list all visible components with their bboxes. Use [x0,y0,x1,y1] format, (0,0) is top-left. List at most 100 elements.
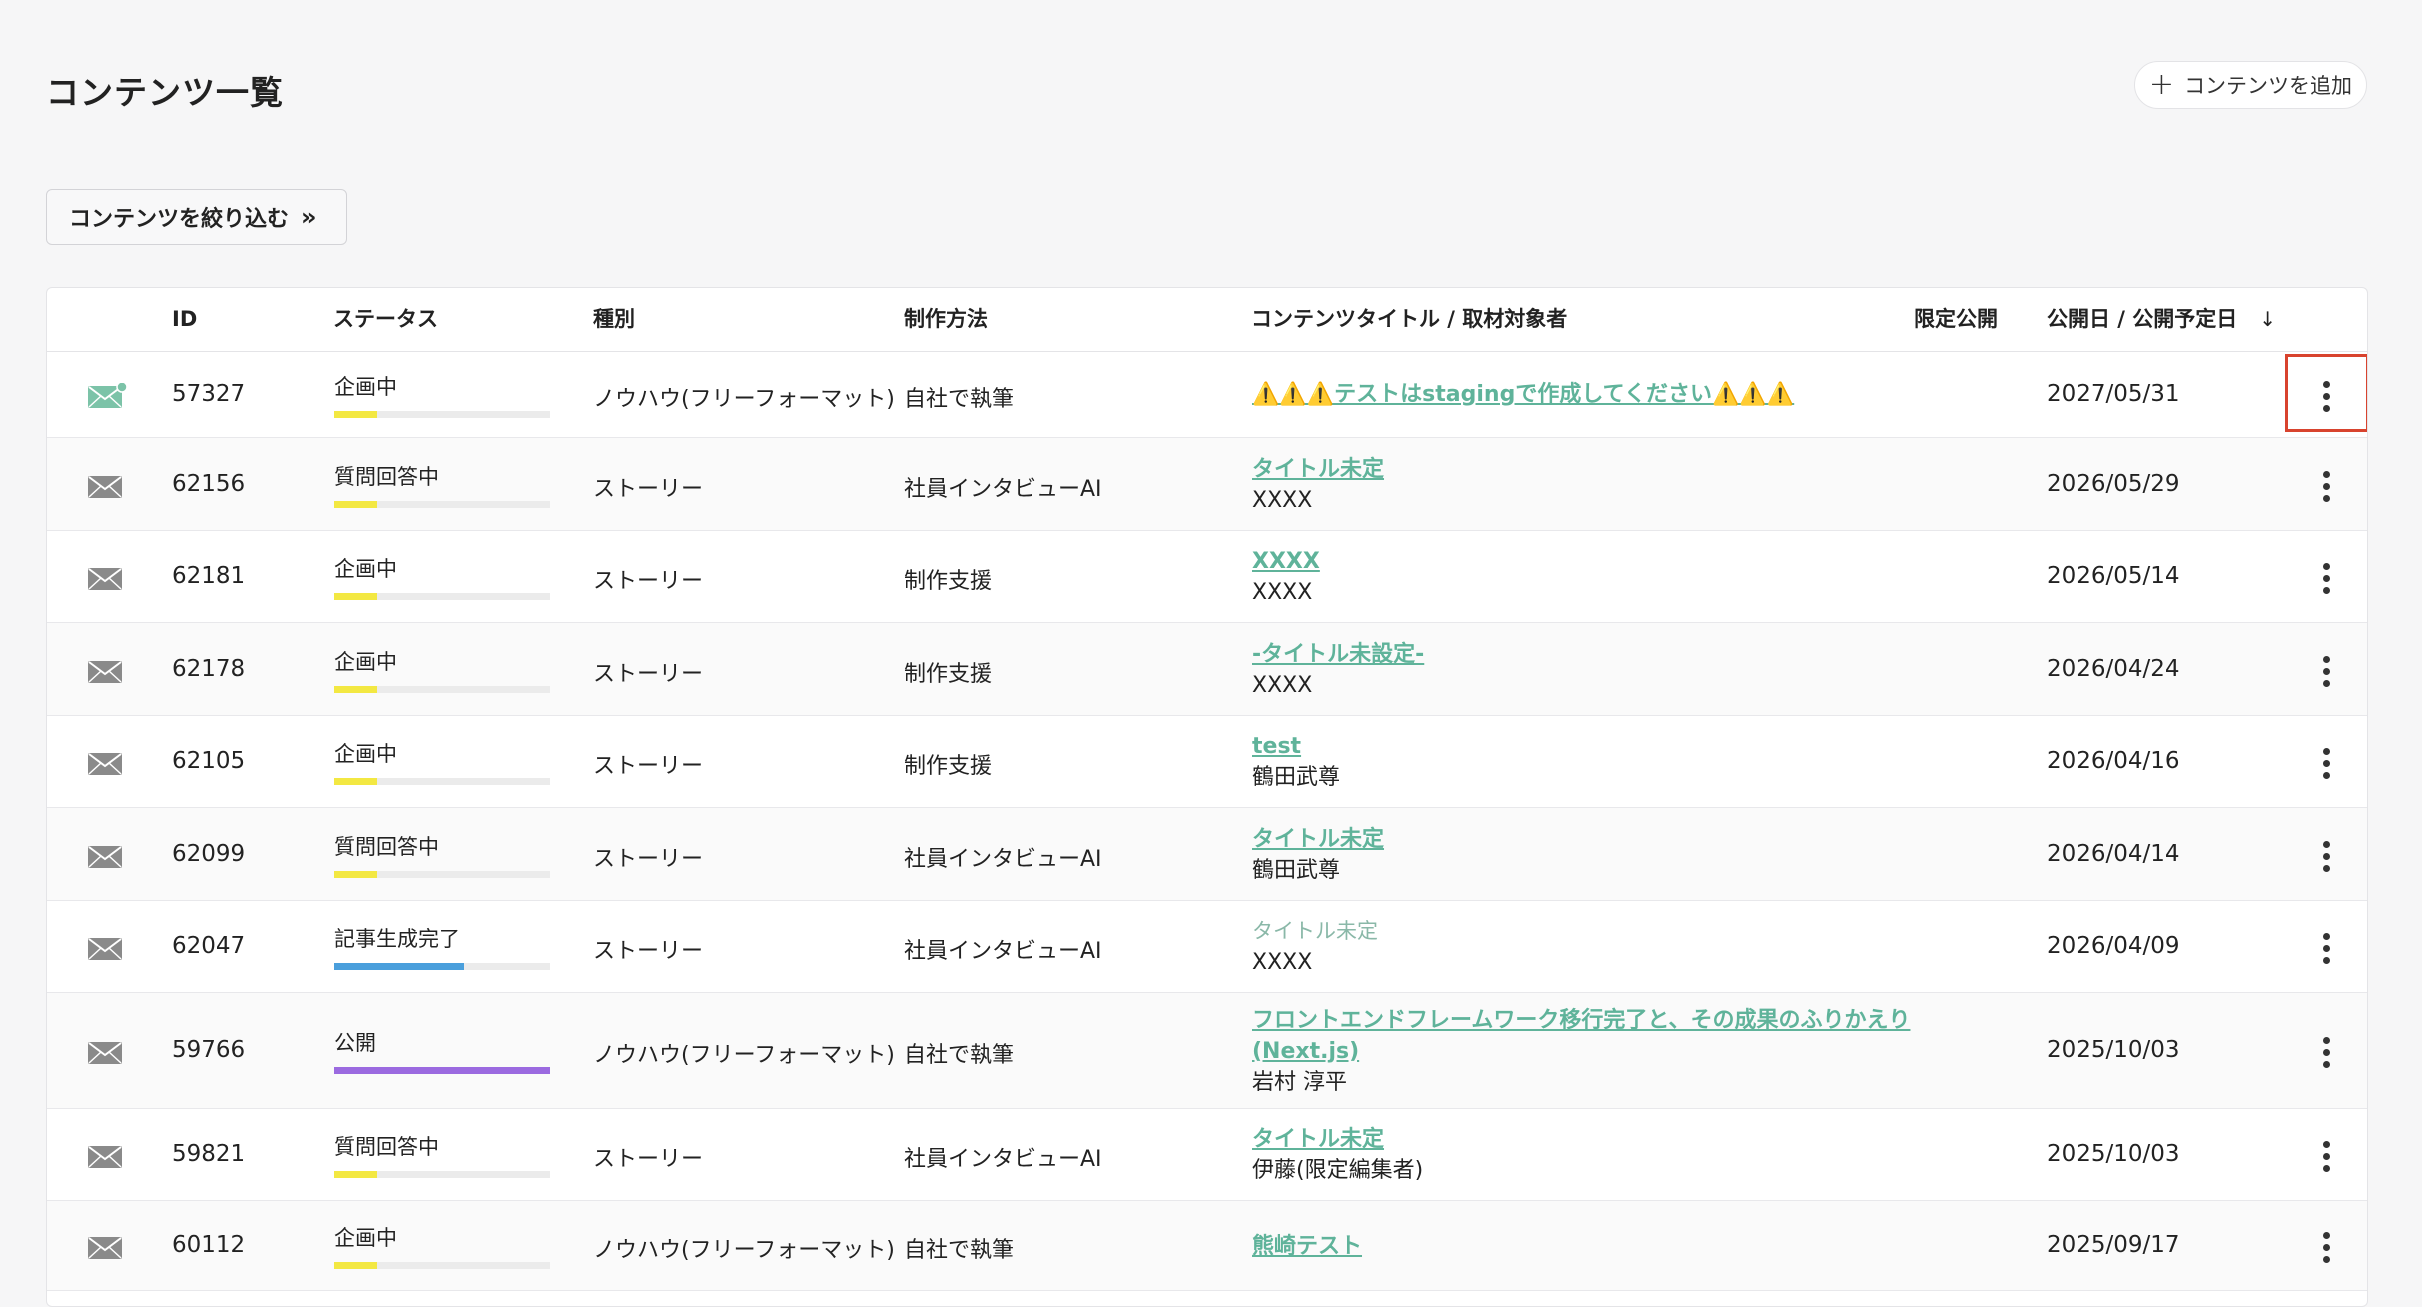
publish-date: 2025/09/17 [2047,1232,2180,1258]
status-label: 質問回答中 [334,464,439,489]
title-cell: -タイトル未設定- XXXX [1252,639,1424,701]
content-list-page: コンテンツ一覧 + コンテンツを追加 コンテンツを絞り込む » ID ステータス… [0,0,2422,1307]
status-progress-fill [334,500,378,508]
page-title: コンテンツ一覧 [46,73,284,112]
table-row[interactable]: 59766 公開 ノウハウ(フリーフォーマット) 自社で執筆 フロントエンドフレームワー… [47,993,2367,1109]
more-options-icon[interactable] [2319,1037,2333,1068]
row-id: 62156 [172,470,246,497]
status-progress-fill [334,778,378,785]
status-progress-fill [334,685,378,693]
title-cell: test 鶴田武尊 [1252,731,1340,793]
row-id: 57327 [172,380,246,407]
more-options-icon[interactable] [2319,840,2333,872]
interviewee-name: 伊藤(限定編集者) [1252,1158,1424,1183]
status-progress-fill [334,1262,378,1269]
row-type: ストーリー [593,661,704,687]
more-options-icon[interactable] [2319,933,2333,964]
table-row[interactable]: 57327 企画中 ノウハウ(フリーフォーマット) 自社で執筆 ⚠️⚠️⚠️テストはst… [47,351,2367,438]
row-id: 59821 [172,1141,246,1167]
header-date[interactable]: 公開日 / 公開予定日 ↓ [2047,288,2276,351]
mail-icon[interactable] [87,565,127,595]
table-row[interactable]: 62105 企画中 ストーリー 制作支援 test 鶴田武尊 2026/04/16 [47,716,2367,808]
mail-icon[interactable] [87,1234,127,1264]
header-method[interactable]: 制作方法 [904,288,988,351]
table-row[interactable]: 62178 企画中 ストーリー 制作支援 -タイトル未設定- XXXX 2026/04/24 [47,623,2367,716]
content-title-link[interactable]: -タイトル未設定- [1252,639,1424,670]
status-label: 企画中 [334,374,397,399]
status-progress-fill [334,870,378,878]
more-options-icon[interactable] [2319,563,2333,594]
header-id[interactable]: ID [172,288,197,351]
row-type: ストーリー [593,569,704,594]
interviewee-name: 鶴田武尊 [1252,765,1341,790]
more-options-icon[interactable] [2319,1141,2333,1172]
content-title-link[interactable]: タイトル未定 [1252,824,1384,855]
status-progress-fill [334,593,378,600]
publish-date: 2026/04/16 [2047,748,2180,774]
mail-icon[interactable] [87,843,127,873]
row-id: 62099 [172,840,246,867]
table-row[interactable]: 60112 企画中 ノウハウ(フリーフォーマット) 自社で執筆 熊崎テスト 2025/09… [47,1201,2367,1291]
header-type[interactable]: 種別 [593,288,635,351]
status-label: 企画中 [334,649,397,674]
status-progress-bar [334,593,550,600]
mail-icon[interactable] [87,473,127,503]
row-method: 自社で執筆 [904,1238,1015,1263]
content-title-link[interactable]: タイトル未定 [1252,454,1384,485]
status-progress-bar [334,1171,550,1178]
content-title-link[interactable]: 熊崎テスト [1252,1231,1362,1262]
content-title-link[interactable]: フロントエンドフレームワーク移行完了と、その成果のふりかえり [1252,1005,1910,1036]
sort-arrow-down-icon[interactable]: ↓ [2259,288,2276,351]
more-options-icon[interactable] [2319,655,2333,687]
mail-icon[interactable] [87,935,127,965]
interviewee-name: XXXX [1252,580,1313,605]
header-title[interactable]: コンテンツタイトル / 取材対象者 [1251,288,1567,351]
content-title-link[interactable]: ⚠️⚠️⚠️テストはstagingで作成してください⚠️⚠️⚠️ [1252,379,1794,410]
row-id: 62181 [172,563,246,589]
row-type: ストーリー [593,1147,704,1172]
status-label: 公開 [334,1031,376,1055]
more-options-icon[interactable] [2319,1232,2333,1263]
content-title-link[interactable]: タイトル未定 [1252,1124,1423,1155]
add-content-button[interactable]: + コンテンツを追加 [2134,61,2367,109]
row-method: 社員インタビューAI [904,846,1102,872]
mail-icon[interactable] [87,1143,127,1173]
publish-date: 2025/10/03 [2047,1037,2180,1063]
mail-icon[interactable] [87,750,127,780]
header-limited[interactable]: 限定公開 [1914,288,1998,351]
table-row[interactable]: 59821 質問回答中 ストーリー 社員インタビューAI タイトル未定 伊藤(限定編集者)… [47,1109,2367,1201]
content-title-link[interactable]: test [1252,731,1340,762]
status-label: 企画中 [334,742,397,766]
publish-date: 2026/04/09 [2047,933,2180,959]
publish-date: 2026/04/24 [2047,655,2180,682]
row-type: ノウハウ(フリーフォーマット) [593,1043,895,1068]
mail-unread-icon[interactable] [87,380,128,413]
publish-date: 2025/10/03 [2047,1141,2180,1167]
row-method: 社員インタビューAI [904,939,1102,964]
row-id: 62105 [172,748,246,774]
table-row[interactable]: 62181 企画中 ストーリー 制作支援 XXXX XXXX 2026/05/14 [47,531,2367,623]
header-status[interactable]: ステータス [333,288,438,351]
interviewee-name: 岩村 淳平 [1252,1069,1347,1095]
mail-icon[interactable] [87,1039,127,1069]
row-method: 社員インタビューAI [904,476,1102,502]
row-id: 59766 [172,1037,246,1063]
mail-icon[interactable] [87,658,127,688]
row-id: 62047 [172,933,246,959]
content-title-link[interactable]: (Next.js) [1252,1036,1910,1067]
status-progress-bar [334,410,550,418]
table-row[interactable]: 62156 質問回答中 ストーリー 社員インタビューAI タイトル未定 XXXX 2026/… [47,438,2367,531]
status-label: 記事生成完了 [334,927,460,951]
interviewee-name: 鶴田武尊 [1252,857,1341,883]
more-options-icon[interactable] [2319,470,2333,502]
status-progress-bar [334,500,550,508]
table-row[interactable]: 62047 記事生成完了 ストーリー 社員インタビューAI タイトル未定 XXXX 2026… [47,901,2367,993]
row-method: 制作支援 [904,754,993,779]
content-title-link[interactable]: XXXX [1252,546,1320,577]
title-cell: タイトル未定 XXXX [1252,916,1378,978]
more-options-icon[interactable] [2319,748,2333,779]
publish-date: 2026/05/29 [2047,470,2180,497]
filter-content-button[interactable]: コンテンツを絞り込む » [46,189,347,245]
publish-date: 2027/05/31 [2047,380,2180,407]
table-row[interactable]: 62099 質問回答中 ストーリー 社員インタビューAI タイトル未定 鶴田武尊 2026/… [47,808,2367,901]
